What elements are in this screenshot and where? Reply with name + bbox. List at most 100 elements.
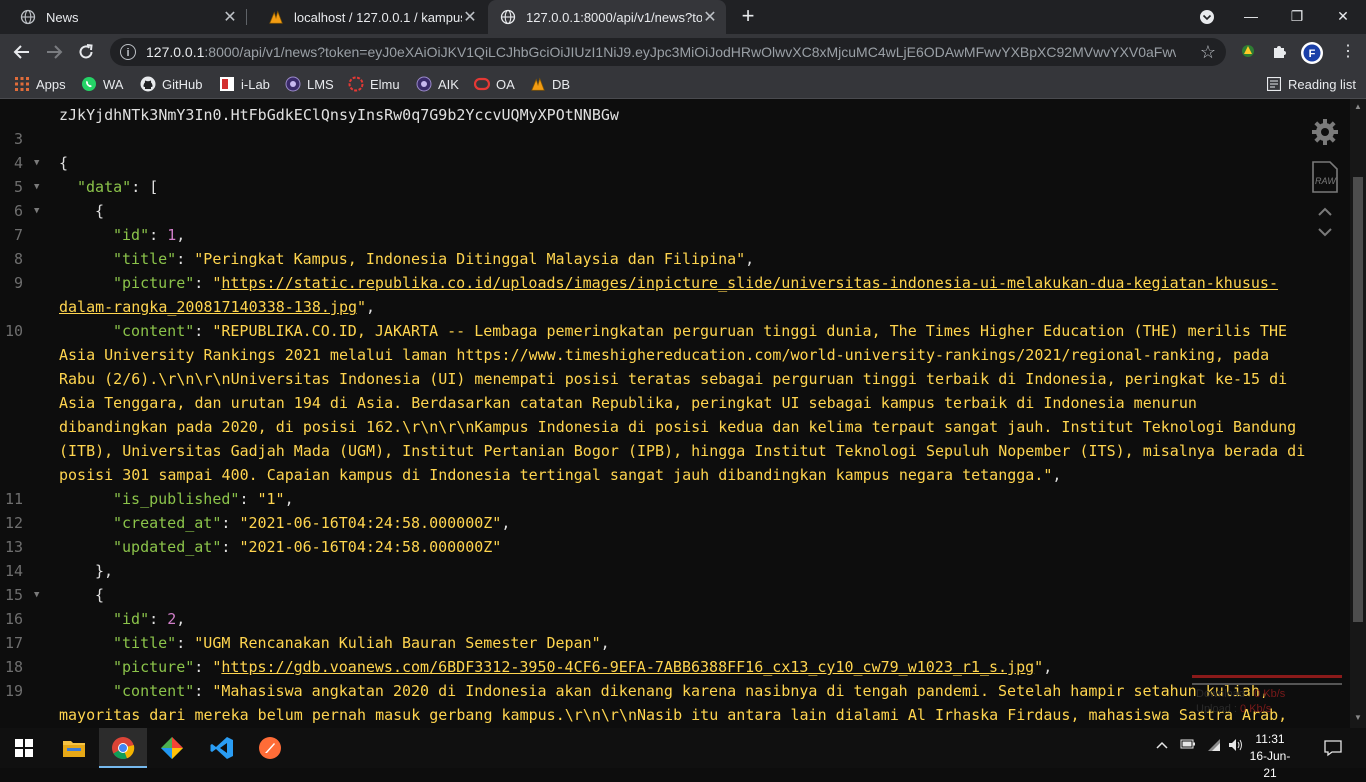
bookmark-aik[interactable]: AIK xyxy=(416,74,459,94)
clock-date: 16-Jun-21 xyxy=(1249,749,1291,780)
json-punctuation: , xyxy=(366,298,376,316)
bookmark-apps[interactable]: Apps xyxy=(14,74,66,94)
bookmark-ilab[interactable]: i-Lab xyxy=(219,74,270,94)
json-key: "content" xyxy=(113,682,195,700)
site-info-icon[interactable]: i xyxy=(120,44,136,60)
line-number: 5 xyxy=(13,178,23,196)
json-viewer[interactable]: zJkYjdhNTk3NmY3In0.HtFbGdkEClQnsyInsRw0q… xyxy=(0,99,1366,728)
close-tab-icon[interactable]: ✕ xyxy=(702,7,718,27)
json-string: mayoritas dari mereka belum pernah masuk… xyxy=(59,706,1288,724)
address-bar[interactable]: i 127.0.0.1:8000/api/v1/news?token=eyJ0e… xyxy=(110,38,1226,66)
taskbar-chrome[interactable] xyxy=(99,728,147,768)
scroll-down-arrow-icon[interactable]: ▼ xyxy=(1350,713,1366,722)
forward-button[interactable] xyxy=(41,39,67,65)
tab-news[interactable]: News ✕ xyxy=(0,0,246,34)
tab-search-button[interactable] xyxy=(1184,0,1230,34)
fold-toggle-icon[interactable]: ▼ xyxy=(34,151,39,175)
tab-separator xyxy=(246,9,247,25)
tab-api-news[interactable]: 127.0.0.1:8000/api/v1/news?token ✕ xyxy=(488,0,726,34)
whatsapp-icon xyxy=(81,76,97,92)
tab-phpmyadmin[interactable]: localhost / 127.0.0.1 / kampus_in ✕ xyxy=(248,0,486,34)
bookmark-star-icon[interactable]: ☆ xyxy=(1200,42,1216,62)
taskbar-file-explorer[interactable] xyxy=(50,728,98,768)
code-line: 5 ▼ "data": [ xyxy=(0,175,1300,199)
scroll-up-arrow-icon[interactable]: ▲ xyxy=(1350,102,1366,111)
line-code: "id": 2, xyxy=(113,607,185,631)
maximize-button[interactable]: ❐ xyxy=(1274,0,1320,34)
fold-toggle-icon[interactable]: ▼ xyxy=(34,199,39,223)
expand-down-icon[interactable] xyxy=(1317,225,1333,243)
start-button[interactable] xyxy=(0,728,48,768)
taskbar-vscode[interactable] xyxy=(198,728,246,768)
reading-list-button[interactable]: Reading list xyxy=(1266,74,1356,94)
clock-time: 11:31 xyxy=(1255,732,1285,746)
json-key: "created_at" xyxy=(113,514,222,532)
wifi-icon[interactable] xyxy=(1206,738,1222,755)
json-punctuation: : xyxy=(221,538,240,556)
json-link[interactable]: https://static.republika.co.id/uploads/i… xyxy=(221,274,1278,292)
reading-list-icon xyxy=(1266,76,1282,92)
bookmark-github[interactable]: GitHub xyxy=(140,74,202,94)
tab-label: News xyxy=(46,9,79,25)
line-code: "content": "Mahasiswa angkatan 2020 di I… xyxy=(113,679,1269,703)
taskbar-postman[interactable] xyxy=(246,728,294,768)
json-key: "picture" xyxy=(113,658,195,676)
line-number: 10 xyxy=(4,322,23,340)
reload-button[interactable] xyxy=(73,39,99,65)
taskbar-git[interactable] xyxy=(148,728,196,768)
line-code: { xyxy=(59,151,68,175)
bookmark-elmu[interactable]: Elmu xyxy=(348,74,400,94)
taskbar-clock[interactable]: 11:31 16-Jun-21 xyxy=(1248,731,1292,782)
json-punctuation: , xyxy=(1043,658,1053,676)
line-number: 17 xyxy=(4,634,23,652)
fold-toggle-icon[interactable]: ▼ xyxy=(34,583,39,607)
extensions-puzzle-icon[interactable] xyxy=(1270,42,1290,62)
close-tab-icon[interactable]: ✕ xyxy=(462,7,478,27)
json-punctuation: : xyxy=(194,274,213,292)
close-tab-icon[interactable]: ✕ xyxy=(222,7,238,27)
json-string: (ITB), Universitas Gadjah Mada (UGM), In… xyxy=(59,442,1306,460)
bookmark-lms[interactable]: LMS xyxy=(285,74,334,94)
line-code: "picture": "https://static.republika.co.… xyxy=(113,271,1278,295)
line-number: 12 xyxy=(4,514,23,532)
line-code: "created_at": "2021-06-16T04:24:58.00000… xyxy=(113,511,510,535)
fold-toggle-icon[interactable]: ▼ xyxy=(34,175,39,199)
code-line: Asia University Rankings 2021 melalui la… xyxy=(0,343,1300,367)
settings-gear-icon[interactable] xyxy=(1310,117,1340,152)
minimize-button[interactable]: — xyxy=(1228,0,1274,34)
arrow-left-icon xyxy=(13,45,29,59)
json-string: "2021-06-16T04:24:58.000000Z" xyxy=(239,514,502,532)
code-line: dibandingkan pada 2020, di posisi 162.\r… xyxy=(0,415,1300,439)
show-hidden-icons[interactable] xyxy=(1156,738,1168,753)
code-line: 17 "title": "UGM Rencanakan Kuliah Bauran… xyxy=(0,631,1300,655)
new-tab-button[interactable]: + xyxy=(736,5,760,29)
line-number: 13 xyxy=(4,538,23,556)
elmu-icon xyxy=(348,76,364,92)
json-key: "is_published" xyxy=(113,490,240,508)
bookmark-db[interactable]: DB xyxy=(530,74,570,94)
bookmark-wa[interactable]: WA xyxy=(81,74,123,94)
back-button[interactable] xyxy=(9,39,35,65)
extension-green-icon[interactable] xyxy=(1238,42,1258,62)
scrollbar-thumb[interactable] xyxy=(1353,177,1363,622)
raw-view-button[interactable]: RAW xyxy=(1312,161,1338,193)
page-scrollbar[interactable]: ▲ ▼ xyxy=(1350,99,1366,728)
notification-center-icon[interactable] xyxy=(1324,739,1342,760)
json-link[interactable]: dalam-rangka_200817140338-138.jpg xyxy=(59,298,357,316)
profile-avatar-icon[interactable]: F xyxy=(1300,41,1324,65)
vscode-icon xyxy=(210,737,233,759)
close-window-button[interactable]: ✕ xyxy=(1320,0,1366,34)
bookmark-oa[interactable]: OA xyxy=(474,74,515,94)
collapse-up-icon[interactable] xyxy=(1317,205,1333,223)
json-punctuation: , xyxy=(745,250,755,268)
address-url[interactable]: 127.0.0.1:8000/api/v1/news?token=eyJ0eXA… xyxy=(146,44,1176,60)
bookmark-label: WA xyxy=(103,76,124,92)
volume-icon[interactable] xyxy=(1228,738,1244,755)
json-link[interactable]: https://gdb.voanews.com/6BDF3312-3950-4C… xyxy=(221,658,1034,676)
json-punctuation: : xyxy=(239,490,258,508)
browser-menu-icon[interactable]: ⋮ xyxy=(1338,42,1358,62)
code-line: dalam-rangka_200817140338-138.jpg", xyxy=(0,295,1300,319)
battery-icon[interactable] xyxy=(1180,738,1196,753)
json-string: posisi 301 sampai 400. Capaian kampus di… xyxy=(59,466,1053,484)
apps-grid-icon xyxy=(14,76,30,92)
